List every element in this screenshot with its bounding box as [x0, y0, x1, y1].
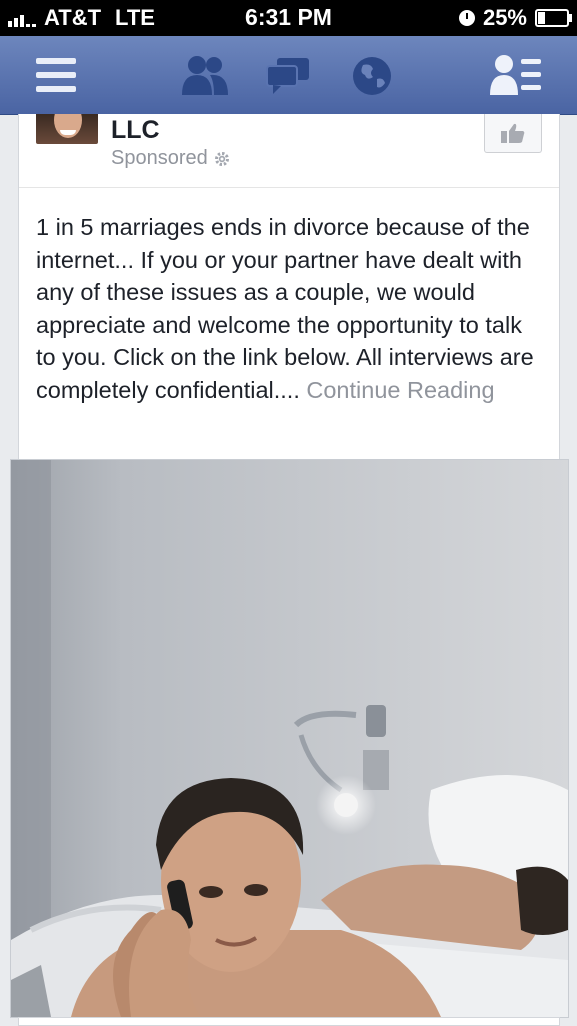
status-bar: AT&T LTE 6:31 PM 25% — [0, 0, 577, 36]
alarm-clock-icon — [458, 10, 475, 26]
thumbs-up-icon — [501, 123, 525, 143]
bedroom-photo-illustration — [11, 460, 568, 1017]
battery-level-fill — [538, 12, 545, 24]
battery-percent: 25% — [482, 5, 527, 30]
gear-icon[interactable] — [214, 151, 230, 167]
next-card-edge — [18, 1017, 560, 1026]
post-body-text: 1 in 5 marriages ends in divorce because… — [36, 214, 534, 403]
battery-icon — [535, 9, 572, 27]
sponsored-label-row: Sponsored — [111, 147, 230, 170]
menu-icon[interactable] — [36, 58, 76, 92]
post-photo[interactable] — [10, 459, 569, 1018]
messages-icon[interactable] — [265, 56, 311, 96]
friend-requests-icon[interactable] — [180, 53, 230, 97]
continue-reading-link[interactable]: Continue Reading — [306, 377, 494, 403]
nav-bar — [0, 36, 577, 115]
post-body: 1 in 5 marriages ends in divorce because… — [36, 211, 541, 406]
header-divider — [19, 187, 559, 188]
contacts-icon[interactable] — [488, 53, 544, 97]
like-page-button[interactable] — [484, 114, 542, 153]
battery-group: 25% — [458, 5, 572, 31]
sponsored-post-card: LLC Sponsored 1 in 5 marriages ends in d… — [18, 114, 560, 459]
page-avatar[interactable] — [36, 114, 98, 144]
notifications-globe-icon[interactable] — [351, 55, 393, 97]
sponsored-label: Sponsored — [111, 147, 208, 169]
page-name[interactable]: LLC — [111, 116, 160, 145]
